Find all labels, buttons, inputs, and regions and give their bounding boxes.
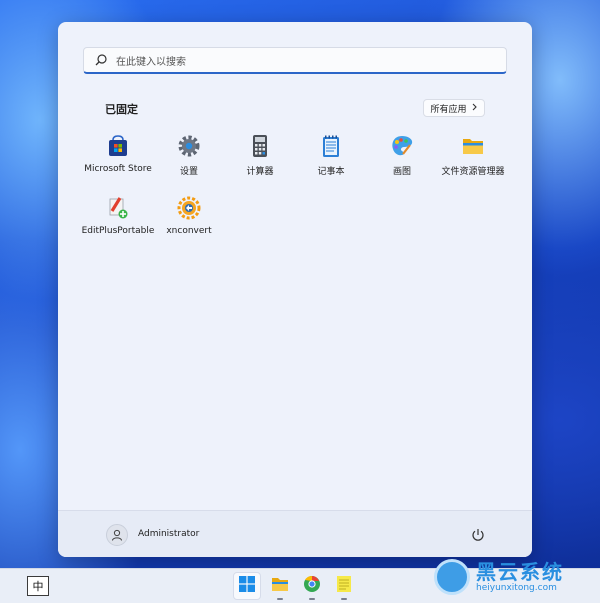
xnconvert-icon <box>177 196 201 220</box>
start-menu: 在此键入以搜索 已固定 所有应用 Microsoft Store 设置 计算器 … <box>58 22 532 557</box>
running-indicator <box>309 598 315 600</box>
start-footer: Administrator <box>58 510 532 557</box>
app-notepad[interactable]: 记事本 <box>291 134 371 184</box>
running-indicator <box>341 598 347 600</box>
app-xnconvert[interactable]: xnconvert <box>149 196 229 246</box>
all-apps-button[interactable]: 所有应用 <box>423 99 485 117</box>
paint-icon <box>390 134 414 158</box>
app-label: Microsoft Store <box>84 164 152 174</box>
chevron-right-icon <box>472 103 478 114</box>
search-box[interactable]: 在此键入以搜索 <box>83 47 507 74</box>
app-label: 画图 <box>392 167 411 177</box>
all-apps-label: 所有应用 <box>430 104 467 115</box>
watermark-title: 黑云系统 <box>476 560 564 584</box>
search-placeholder: 在此键入以搜索 <box>116 56 186 68</box>
store-icon <box>106 134 130 158</box>
folder-icon <box>461 134 485 158</box>
app-calculator[interactable]: 计算器 <box>220 134 300 184</box>
app-label: xnconvert <box>166 226 212 236</box>
search-icon <box>94 53 108 67</box>
app-label: 文件资源管理器 <box>441 167 505 177</box>
site-watermark: 黑云系统 heiyunxitong.com <box>434 556 594 598</box>
power-icon[interactable] <box>470 527 486 543</box>
watermark-logo-icon <box>434 559 470 595</box>
notes-icon <box>336 575 352 597</box>
user-name[interactable]: Administrator <box>138 529 199 539</box>
app-microsoft-store[interactable]: Microsoft Store <box>78 134 158 184</box>
app-settings[interactable]: 设置 <box>149 134 229 184</box>
app-paint[interactable]: 画图 <box>362 134 442 184</box>
editplus-icon <box>106 196 130 220</box>
app-label: 设置 <box>179 167 198 177</box>
watermark-subtitle: heiyunxitong.com <box>476 583 557 593</box>
pinned-title: 已固定 <box>105 103 138 116</box>
taskbar-start-button[interactable] <box>233 572 261 600</box>
app-label: 计算器 <box>246 167 274 177</box>
notepad-icon <box>319 134 343 158</box>
app-editplus[interactable]: EditPlusPortable <box>78 196 158 246</box>
taskbar-browser[interactable] <box>298 572 326 600</box>
calculator-icon <box>248 134 272 158</box>
app-file-explorer[interactable]: 文件资源管理器 <box>433 134 513 184</box>
ime-indicator[interactable]: 中 <box>27 576 49 596</box>
user-avatar[interactable] <box>106 524 128 546</box>
user-icon <box>111 526 123 545</box>
windows-icon <box>239 576 255 596</box>
taskbar-notes[interactable] <box>330 572 358 600</box>
taskbar-file-explorer[interactable] <box>266 572 294 600</box>
browser-icon <box>303 575 321 597</box>
running-indicator <box>277 598 283 600</box>
app-label: 记事本 <box>317 167 345 177</box>
app-label: EditPlusPortable <box>81 226 155 236</box>
folder-icon <box>271 576 289 596</box>
gear-icon <box>177 134 201 158</box>
